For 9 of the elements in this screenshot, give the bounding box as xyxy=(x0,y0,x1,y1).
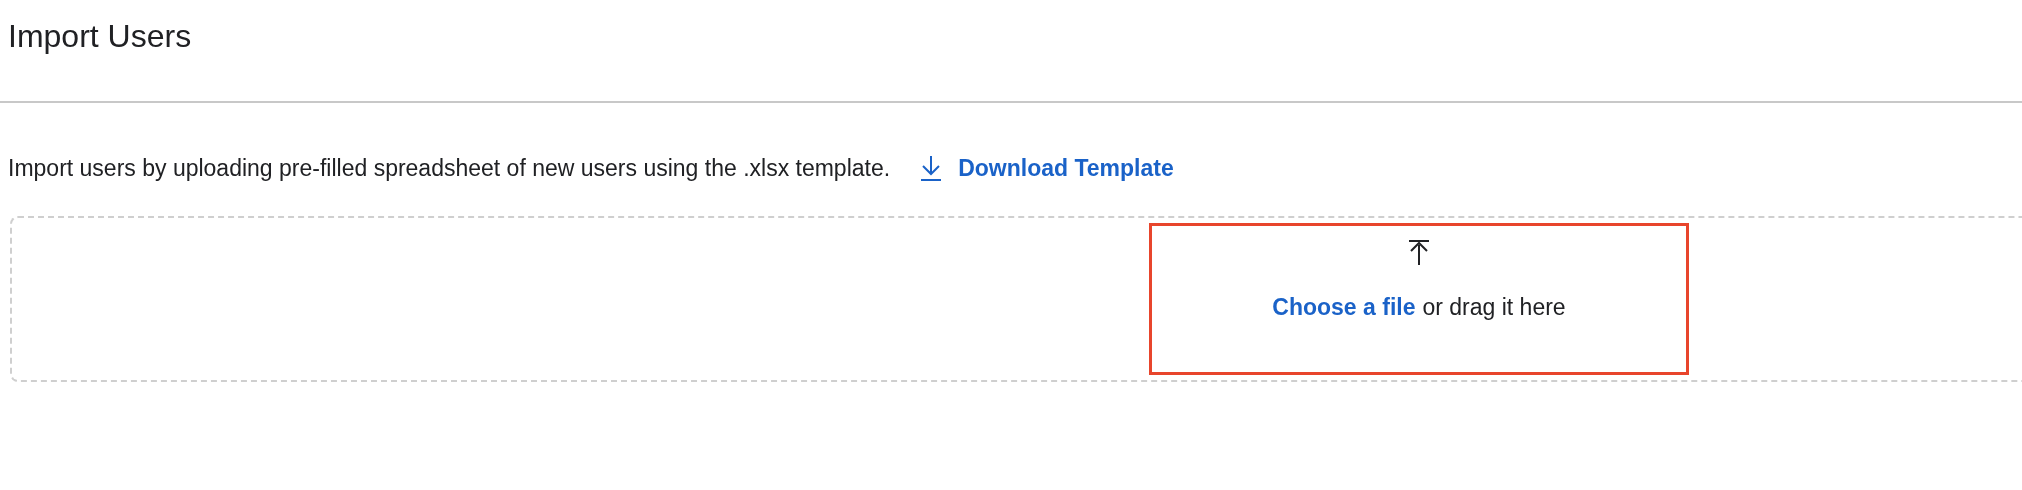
page-title: Import Users xyxy=(8,18,192,55)
upload-area[interactable]: Choose a file or drag it here xyxy=(1149,223,1689,375)
choose-file-link[interactable]: Choose a file xyxy=(1272,294,1416,321)
download-icon xyxy=(920,155,943,181)
upload-icon xyxy=(1408,240,1430,266)
intro-text: Import users by uploading pre-filled spreadsheet of new users using the .xlsx template. xyxy=(8,154,891,182)
download-template-link[interactable]: Download Template xyxy=(920,154,1174,182)
drop-zone[interactable]: Choose a file or drag it here xyxy=(10,216,2022,382)
drag-hint: or drag it here xyxy=(1422,294,1566,321)
